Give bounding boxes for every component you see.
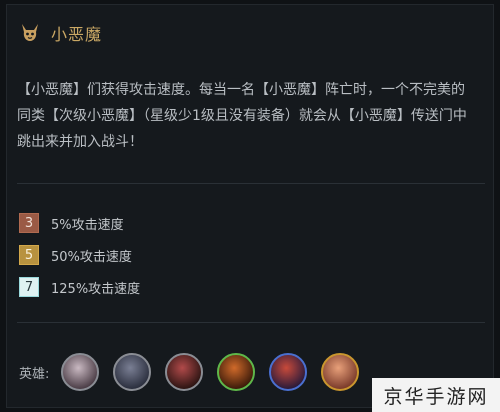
trait-header: 小恶魔	[19, 21, 102, 45]
site-watermark: 京华手游网	[372, 378, 500, 412]
divider	[17, 322, 485, 323]
trait-tier-5: 5 50%攻击速度	[19, 244, 140, 266]
trait-tooltip-panel: 小恶魔 【小恶魔】们获得攻击速度。每当一名【小恶魔】阵亡时，一个不完美的同类【次…	[6, 4, 494, 408]
champion-portrait-5-icon[interactable]	[269, 353, 308, 391]
tier-effect-label: 125%攻击速度	[51, 281, 141, 297]
tier-effect-label: 50%攻击速度	[51, 249, 132, 265]
champion-portrait-2-icon[interactable]	[113, 353, 152, 391]
champion-list	[61, 353, 373, 391]
tier-count-badge: 3	[19, 213, 39, 233]
champion-portrait-1-icon[interactable]	[61, 353, 100, 391]
champion-portrait-3-icon[interactable]	[165, 353, 204, 391]
trait-tier-3: 3 5%攻击速度	[19, 212, 140, 234]
champion-portrait-4-icon[interactable]	[217, 353, 256, 391]
trait-title: 小恶魔	[51, 25, 103, 44]
tier-count-badge: 7	[19, 277, 39, 297]
trait-tier-list: 3 5%攻击速度 5 50%攻击速度 7 125%攻击速度	[19, 212, 140, 308]
champion-portrait-6-icon[interactable]	[321, 353, 360, 391]
tier-effect-label: 5%攻击速度	[51, 217, 124, 233]
heroes-label: 英雄:	[19, 366, 50, 382]
trait-description: 【小恶魔】们获得攻击速度。每当一名【小恶魔】阵亡时，一个不完美的同类【次级小恶魔…	[17, 82, 467, 150]
tier-count-badge: 5	[19, 245, 39, 265]
imp-horns-icon	[19, 22, 41, 44]
divider	[17, 183, 485, 184]
trait-tier-7: 7 125%攻击速度	[19, 276, 140, 298]
heroes-row: 英雄:	[19, 353, 373, 391]
